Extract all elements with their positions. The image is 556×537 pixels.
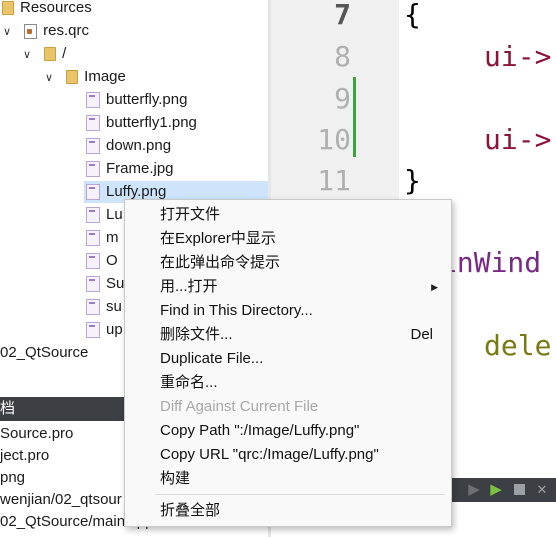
tree-file-item[interactable]: su bbox=[86, 296, 122, 318]
qrc-file-icon bbox=[24, 23, 38, 39]
tree-item-root-prefix[interactable]: ∨ / bbox=[20, 43, 66, 65]
image-file-icon bbox=[86, 207, 100, 224]
menu-item-open-command-prompt[interactable]: 在此弹出命令提示 bbox=[125, 251, 451, 275]
document-item[interactable]: ject.pro bbox=[0, 445, 49, 467]
image-file-icon bbox=[86, 253, 100, 270]
menu-item-build[interactable]: 构建 bbox=[125, 467, 451, 491]
menu-item-open-file[interactable]: 打开文件 bbox=[125, 203, 451, 227]
document-item[interactable]: Source.pro bbox=[0, 423, 73, 445]
document-item[interactable]: png bbox=[0, 467, 25, 489]
menu-item-rename[interactable]: 重命名... bbox=[125, 371, 451, 395]
submenu-arrow-icon: ▶ bbox=[431, 282, 438, 292]
chevron-down-icon[interactable]: ∨ bbox=[0, 21, 14, 43]
folder-icon bbox=[2, 1, 14, 16]
image-file-icon bbox=[86, 138, 100, 155]
tree-file-item[interactable]: butterfly.png bbox=[86, 89, 187, 111]
image-file-icon bbox=[86, 230, 100, 247]
menu-item-show-in-explorer[interactable]: 在Explorer中显示 bbox=[125, 227, 451, 251]
image-file-icon bbox=[86, 299, 100, 316]
image-file-icon bbox=[86, 184, 100, 201]
menu-item-open-with[interactable]: 用...打开 ▶ bbox=[125, 275, 451, 299]
image-file-icon bbox=[86, 115, 100, 132]
image-file-icon bbox=[86, 322, 100, 339]
tree-item-image-folder[interactable]: ∨ Image bbox=[42, 66, 126, 88]
stop-icon[interactable] bbox=[514, 484, 525, 495]
document-item[interactable]: wenjian/02_qtsour bbox=[0, 489, 122, 511]
menu-item-delete-file[interactable]: 删除文件... Del bbox=[125, 323, 451, 347]
tree-file-item[interactable]: O bbox=[86, 250, 118, 272]
tree-item-project[interactable]: 02_QtSource bbox=[0, 342, 88, 364]
tree-file-item[interactable]: up bbox=[86, 319, 123, 341]
tree-file-item[interactable]: Frame.jpg bbox=[86, 158, 174, 180]
menu-item-duplicate-file[interactable]: Duplicate File... bbox=[125, 347, 451, 371]
menu-item-copy-path[interactable]: Copy Path ":/Image/Luffy.png" bbox=[125, 419, 451, 443]
tree-item-resources[interactable]: Resources bbox=[2, 0, 92, 19]
line-number: 7 bbox=[334, 0, 351, 31]
menu-item-find-in-directory[interactable]: Find in This Directory... bbox=[125, 299, 451, 323]
code-line: inWind bbox=[440, 246, 542, 279]
context-menu[interactable]: 打开文件 在Explorer中显示 在此弹出命令提示 用...打开 ▶ Find … bbox=[124, 199, 452, 527]
folder-icon bbox=[44, 47, 57, 62]
line-number: 9 bbox=[334, 82, 351, 115]
code-line: ui-> bbox=[484, 40, 552, 73]
tree-file-item[interactable]: butterfly1.png bbox=[86, 112, 197, 134]
shortcut-label: Del bbox=[410, 326, 433, 343]
debug-icon[interactable]: ✕ bbox=[534, 482, 550, 498]
menu-item-diff-against-current: Diff Against Current File bbox=[160, 398, 319, 415]
chevron-down-icon[interactable]: ∨ bbox=[42, 67, 56, 89]
code-line: } bbox=[404, 164, 421, 197]
menu-item-collapse-all[interactable]: 折叠全部 bbox=[125, 499, 451, 523]
tree-file-item[interactable]: m bbox=[86, 227, 119, 249]
line-number: 8 bbox=[334, 40, 351, 73]
line-number: 11 bbox=[317, 164, 351, 197]
code-line: { bbox=[404, 0, 421, 31]
change-marker bbox=[353, 77, 356, 157]
tree-file-item[interactable]: down.png bbox=[86, 135, 171, 157]
image-file-icon bbox=[86, 92, 100, 109]
tree-file-item[interactable]: Lu bbox=[86, 204, 123, 226]
menu-separator bbox=[155, 494, 445, 495]
run-icon[interactable]: ▶ bbox=[488, 482, 504, 498]
image-file-icon bbox=[86, 161, 100, 178]
menu-item-copy-url[interactable]: Copy URL "qrc:/Image/Luffy.png" bbox=[125, 443, 451, 467]
tree-file-item[interactable]: Su bbox=[86, 273, 124, 295]
code-line: dele bbox=[484, 329, 552, 362]
build-icon[interactable]: ▶ bbox=[466, 482, 482, 498]
code-line: ui-> bbox=[484, 123, 552, 156]
tree-item-res-qrc[interactable]: ∨ res.qrc bbox=[0, 20, 89, 42]
image-file-icon bbox=[86, 276, 100, 293]
folder-icon bbox=[66, 70, 79, 85]
line-number: 10 bbox=[317, 123, 351, 156]
chevron-down-icon[interactable]: ∨ bbox=[20, 44, 34, 66]
